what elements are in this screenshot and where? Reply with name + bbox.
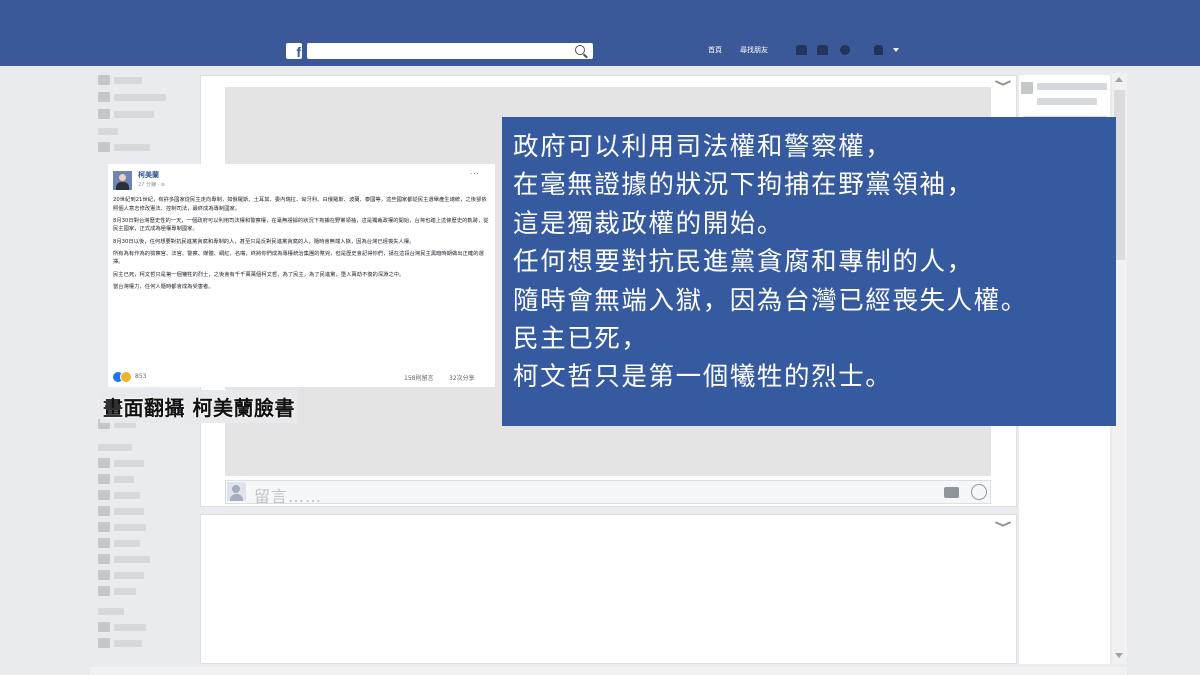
sidebar-item[interactable] bbox=[114, 640, 142, 647]
inset-reaction-count: 853 bbox=[135, 373, 147, 380]
sidebar-item[interactable] bbox=[114, 111, 154, 118]
inset-paragraph: 民主已死，柯文哲只是第一個犧牲的烈士，之後會有千千萬萬個柯文哲，為了民主，為了民… bbox=[113, 271, 405, 278]
sidebar-item[interactable] bbox=[114, 572, 144, 579]
right-sidebar-line bbox=[1037, 98, 1097, 105]
sidebar-icon bbox=[98, 458, 110, 468]
facebook-top-bar bbox=[0, 0, 1200, 66]
quote-line: 隨時會無端入獄，因為台灣已經喪失人權。 bbox=[513, 285, 1028, 316]
sidebar-icon bbox=[98, 622, 110, 632]
comment-input-placeholder[interactable]: 留言…… bbox=[254, 483, 322, 507]
sidebar-icon bbox=[98, 490, 110, 500]
camera-icon[interactable] bbox=[944, 487, 959, 498]
quote-line: 在毫無證據的狀況下拘捕在野黨領袖， bbox=[513, 170, 974, 201]
quote-line: 政府可以利用司法權和警察權， bbox=[513, 132, 893, 162]
horizontal-scrollbar[interactable] bbox=[90, 667, 1127, 675]
quote-line: 柯文哲只是第一個犧牲的烈士。 bbox=[513, 362, 893, 393]
sidebar-heading bbox=[98, 608, 124, 615]
messages-icon[interactable] bbox=[817, 45, 828, 55]
inset-paragraph: 20世紀到21世紀，有許多國家從民主走向專制，如俄羅斯、土耳其、委內瑞拉、匈牙利… bbox=[113, 197, 487, 212]
scroll-up-arrow-icon[interactable] bbox=[1115, 77, 1123, 82]
right-sidebar-icon bbox=[1021, 82, 1033, 94]
commenter-avatar bbox=[227, 482, 246, 501]
inset-paragraph: 當台灣權力，任何人隨時都會成為受害者。 bbox=[113, 283, 214, 290]
sidebar-item[interactable] bbox=[114, 588, 136, 595]
help-icon[interactable] bbox=[874, 45, 883, 55]
scroll-down-arrow-icon[interactable] bbox=[1115, 653, 1123, 658]
inset-paragraph: 8月30日對台灣歷史性的一天，一個政府可以利用司法權和警察權，在毫無證據的狀況下… bbox=[113, 217, 489, 233]
sidebar-item[interactable] bbox=[114, 77, 142, 84]
quote-box: 政府可以利用司法權和警察權， 在毫無證據的狀況下拘捕在野黨領袖， 這是獨裁政權的… bbox=[502, 117, 1116, 426]
source-caption: 畫面翻攝 柯美蘭臉書 bbox=[100, 390, 298, 423]
sidebar-icon bbox=[98, 109, 110, 119]
quote-line: 這是獨裁政權的開始。 bbox=[513, 208, 785, 239]
post-options-chevron-icon[interactable] bbox=[995, 80, 1009, 86]
sidebar-icon bbox=[98, 586, 110, 596]
sidebar-icon bbox=[98, 474, 110, 484]
sidebar-icon bbox=[98, 506, 110, 516]
sidebar-icon bbox=[98, 522, 110, 532]
sidebar-icon bbox=[98, 554, 110, 564]
friends-icon[interactable] bbox=[796, 45, 807, 55]
inset-author-avatar bbox=[113, 171, 132, 190]
sidebar-item[interactable] bbox=[114, 624, 146, 631]
sidebar-heading bbox=[98, 128, 118, 135]
sidebar-item[interactable] bbox=[114, 492, 140, 499]
post-options-chevron-icon-2[interactable] bbox=[995, 521, 1009, 527]
account-menu-caret-icon[interactable] bbox=[893, 48, 899, 52]
right-sidebar-line bbox=[1037, 83, 1107, 90]
sidebar-item[interactable] bbox=[114, 144, 150, 151]
inset-share-count: 32次分享 bbox=[449, 375, 475, 382]
search-icon[interactable] bbox=[575, 45, 585, 55]
feed-post-card-next bbox=[200, 514, 1017, 664]
nav-home[interactable]: 首頁 bbox=[708, 45, 722, 55]
facebook-logo[interactable]: f bbox=[286, 43, 302, 59]
sidebar-icon bbox=[98, 142, 110, 152]
inset-comment-count: 158則留言 bbox=[404, 375, 434, 382]
search-input[interactable] bbox=[307, 43, 593, 59]
sidebar-item[interactable] bbox=[114, 556, 150, 563]
inset-post-time: 27 分鐘 · ⊚ bbox=[138, 182, 165, 188]
sidebar-item[interactable] bbox=[114, 540, 140, 547]
sidebar-item[interactable] bbox=[114, 524, 146, 531]
sidebar-icon bbox=[98, 538, 110, 548]
inset-post-body: 20世紀到21世紀，有許多國家從民主走向專制，如俄羅斯、土耳其、委內瑞拉、匈牙利… bbox=[113, 196, 489, 295]
inset-paragraph: 8月30日以後，任何想要對抗民進黨貪腐和專制的人，甚至只是反對民進黨貪腐的人，隨… bbox=[113, 238, 415, 245]
inset-more-icon: ··· bbox=[470, 170, 480, 178]
sidebar-heading bbox=[98, 444, 132, 451]
inset-paragraph: 所有為有作為的檢察官、法官、警察、媒體、網紅、名嘴，終將你們成為專權統治集團的幫… bbox=[113, 250, 484, 266]
notifications-globe-icon[interactable] bbox=[840, 45, 850, 55]
sidebar-icon bbox=[98, 92, 110, 102]
sidebar-item[interactable] bbox=[114, 460, 144, 467]
haha-reaction-icon bbox=[120, 371, 132, 383]
sidebar-icon bbox=[98, 570, 110, 580]
sidebar-item[interactable] bbox=[114, 476, 134, 483]
sidebar-icon bbox=[98, 75, 110, 85]
sidebar-item[interactable] bbox=[114, 94, 166, 101]
inset-author-name: 柯美蘭 bbox=[138, 171, 159, 179]
nav-find-friends[interactable]: 尋找朋友 bbox=[740, 45, 768, 55]
comment-box[interactable] bbox=[225, 480, 991, 504]
sidebar-item[interactable] bbox=[114, 508, 144, 515]
quote-line: 民主已死， bbox=[513, 324, 649, 355]
sidebar-icon bbox=[98, 638, 110, 648]
emoji-icon[interactable] bbox=[971, 484, 987, 500]
quote-line: 任何想要對抗民進黨貪腐和專制的人， bbox=[513, 247, 974, 278]
